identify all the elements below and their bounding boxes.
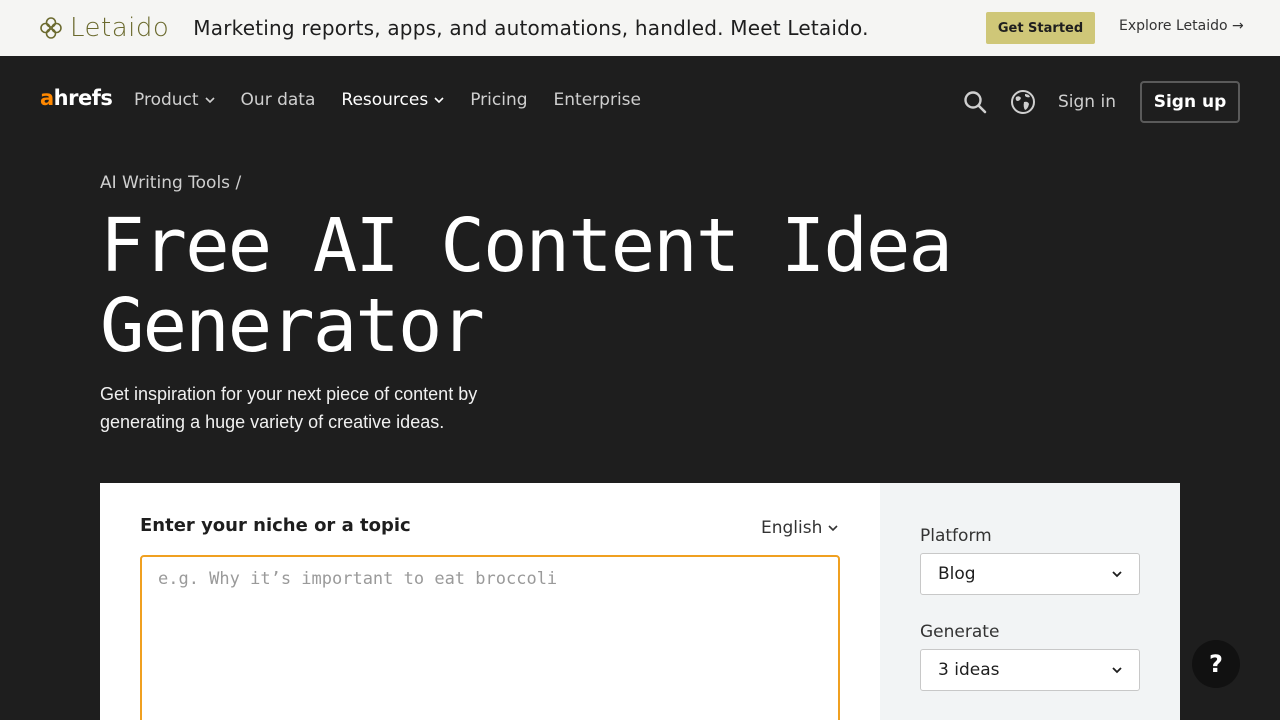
topic-panel: Enter your niche or a topic English xyxy=(100,483,880,720)
generate-count-select[interactable]: 3 ideas xyxy=(920,649,1140,691)
generate-label: Generate xyxy=(920,622,1000,642)
ahrefs-logo[interactable]: ahrefs xyxy=(40,86,113,110)
globe-icon[interactable] xyxy=(1010,89,1036,115)
sign-in-link[interactable]: Sign in xyxy=(1058,92,1116,112)
breadcrumb[interactable]: AI Writing Tools / xyxy=(100,173,241,193)
language-selector[interactable]: English xyxy=(761,518,838,538)
nav-item-resources[interactable]: Resources xyxy=(341,90,444,110)
search-icon[interactable] xyxy=(963,90,987,114)
chevron-down-icon xyxy=(204,97,215,104)
platform-label: Platform xyxy=(920,526,992,546)
chevron-down-icon xyxy=(1112,667,1122,674)
nav-item-pricing[interactable]: Pricing xyxy=(470,90,527,110)
page-subtitle: Get inspiration for your next piece of c… xyxy=(100,384,478,432)
chevron-down-icon xyxy=(828,525,838,532)
help-button[interactable]: ? xyxy=(1192,640,1240,688)
promo-banner: Letaido Marketing reports, apps, and aut… xyxy=(0,0,1280,56)
nav-item-enterprise[interactable]: Enterprise xyxy=(554,90,641,110)
nav-links: Product Our data Resources Pricing Enter… xyxy=(134,90,641,110)
sign-up-button[interactable]: Sign up xyxy=(1140,81,1240,123)
letaido-brand[interactable]: Letaido xyxy=(40,13,169,43)
chevron-down-icon xyxy=(1112,571,1122,578)
nav-item-product[interactable]: Product xyxy=(134,90,215,110)
explore-letaido-link[interactable]: Explore Letaido → xyxy=(1119,18,1244,34)
get-started-button[interactable]: Get Started xyxy=(986,12,1095,44)
nav-item-our-data[interactable]: Our data xyxy=(241,90,316,110)
topic-label: Enter your niche or a topic xyxy=(140,515,411,536)
idea-generator-form: Enter your niche or a topic English Plat… xyxy=(100,483,1180,720)
promo-tagline: Marketing reports, apps, and automations… xyxy=(193,16,869,40)
page-title: Free AI Content Idea Generator xyxy=(100,203,953,369)
topic-input[interactable] xyxy=(140,555,840,720)
main-nav: ahrefs Product Our data Resources Pricin… xyxy=(0,56,1280,148)
platform-select[interactable]: Blog xyxy=(920,553,1140,595)
options-panel: Platform Blog Generate 3 ideas xyxy=(880,483,1180,720)
letaido-wordmark: Letaido xyxy=(70,13,170,43)
letaido-logo-icon xyxy=(40,17,62,39)
chevron-down-icon xyxy=(434,97,444,104)
